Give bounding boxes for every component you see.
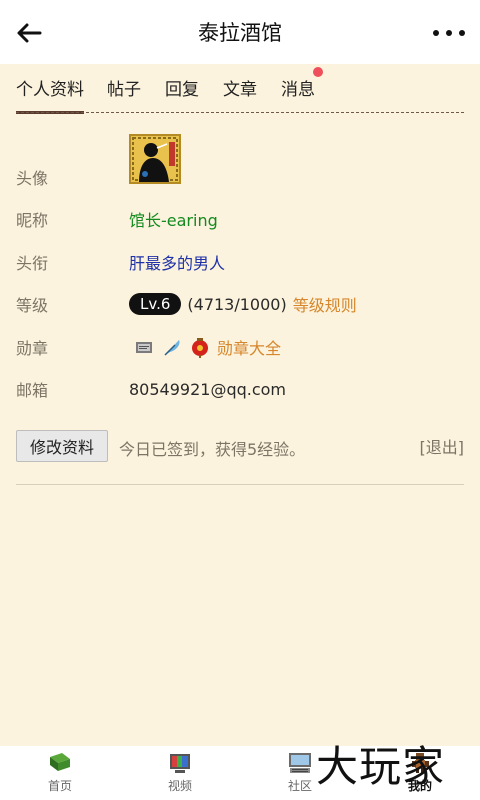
edit-profile-button[interactable]: 修改资料 bbox=[16, 430, 108, 462]
avatar-row: 头像 bbox=[16, 162, 464, 192]
tab-divider bbox=[16, 112, 464, 113]
level-row: 等级 Lv.6 (4713/1000) 等级规则 bbox=[16, 289, 464, 319]
title-row: 头衔 肝最多的男人 bbox=[16, 247, 464, 277]
feather-medal-icon bbox=[164, 340, 180, 356]
tab-label: 回复 bbox=[165, 80, 199, 100]
computer-icon bbox=[289, 753, 311, 773]
avatar[interactable] bbox=[129, 134, 181, 184]
medal-row: 勋章 勋章大全 bbox=[16, 332, 464, 362]
tab-replies[interactable]: 回复 bbox=[165, 75, 199, 114]
profile-tabs: 个人资料 帖子 回复 文章 消息 bbox=[0, 64, 480, 114]
tab-label: 个人资料 bbox=[16, 80, 84, 100]
email-label: 邮箱 bbox=[16, 381, 49, 400]
title-value: 肝最多的男人 bbox=[129, 254, 226, 273]
lantern-medal-icon bbox=[192, 338, 208, 358]
page-title: 泰拉酒馆 bbox=[198, 21, 282, 45]
title-label: 头衔 bbox=[16, 254, 49, 273]
medal-list-link[interactable]: 勋章大全 bbox=[217, 335, 281, 359]
tab-articles[interactable]: 文章 bbox=[223, 75, 257, 114]
back-button[interactable] bbox=[14, 18, 44, 48]
medal-label: 勋章 bbox=[16, 339, 49, 358]
checkin-status: 今日已签到，获得5经验。 bbox=[119, 440, 306, 459]
tab-label: 帖子 bbox=[107, 80, 141, 100]
unread-dot bbox=[313, 67, 323, 77]
logout-link[interactable]: [退出] bbox=[420, 434, 465, 458]
level-value: Lv.6 (4713/1000) 等级规则 bbox=[129, 292, 357, 316]
more-dots-icon bbox=[433, 30, 465, 36]
level-badge: Lv.6 bbox=[129, 293, 182, 315]
more-button[interactable] bbox=[432, 18, 466, 48]
avatar-label: 头像 bbox=[16, 169, 49, 188]
tab-messages[interactable]: 消息 bbox=[281, 67, 323, 114]
nickname-row: 昵称 馆长-earing bbox=[16, 204, 464, 234]
back-arrow-icon bbox=[17, 23, 42, 43]
nickname-label: 昵称 bbox=[16, 211, 49, 230]
nav-home[interactable]: 首页 bbox=[0, 746, 120, 800]
nav-label: 视频 bbox=[167, 779, 192, 793]
nickname-value: 馆长-earing bbox=[129, 211, 218, 230]
level-label: 等级 bbox=[16, 296, 49, 315]
level-rules-link[interactable]: 等级规则 bbox=[293, 292, 357, 316]
tab-posts[interactable]: 帖子 bbox=[107, 75, 141, 114]
nav-label: 社区 bbox=[287, 779, 312, 793]
top-bar: 泰拉酒馆 bbox=[0, 0, 480, 64]
tv-icon bbox=[170, 754, 190, 773]
tab-label: 文章 bbox=[223, 80, 257, 100]
nav-video[interactable]: 视频 bbox=[120, 746, 240, 800]
level-progress: (4713/1000) bbox=[187, 294, 287, 314]
email-value: 80549921@qq.com bbox=[129, 379, 287, 399]
tab-profile[interactable]: 个人资料 bbox=[16, 75, 84, 114]
email-row: 邮箱 80549921@qq.com bbox=[16, 374, 464, 404]
tab-label: 消息 bbox=[281, 80, 315, 100]
nav-label: 首页 bbox=[47, 779, 72, 793]
avatar-image-icon bbox=[131, 136, 179, 182]
book-icon bbox=[50, 753, 70, 771]
medal-value: 勋章大全 bbox=[129, 335, 281, 359]
watermark-logo: 大玩家 bbox=[316, 742, 446, 791]
content-divider bbox=[16, 484, 464, 485]
scroll-medal-icon bbox=[136, 342, 152, 353]
